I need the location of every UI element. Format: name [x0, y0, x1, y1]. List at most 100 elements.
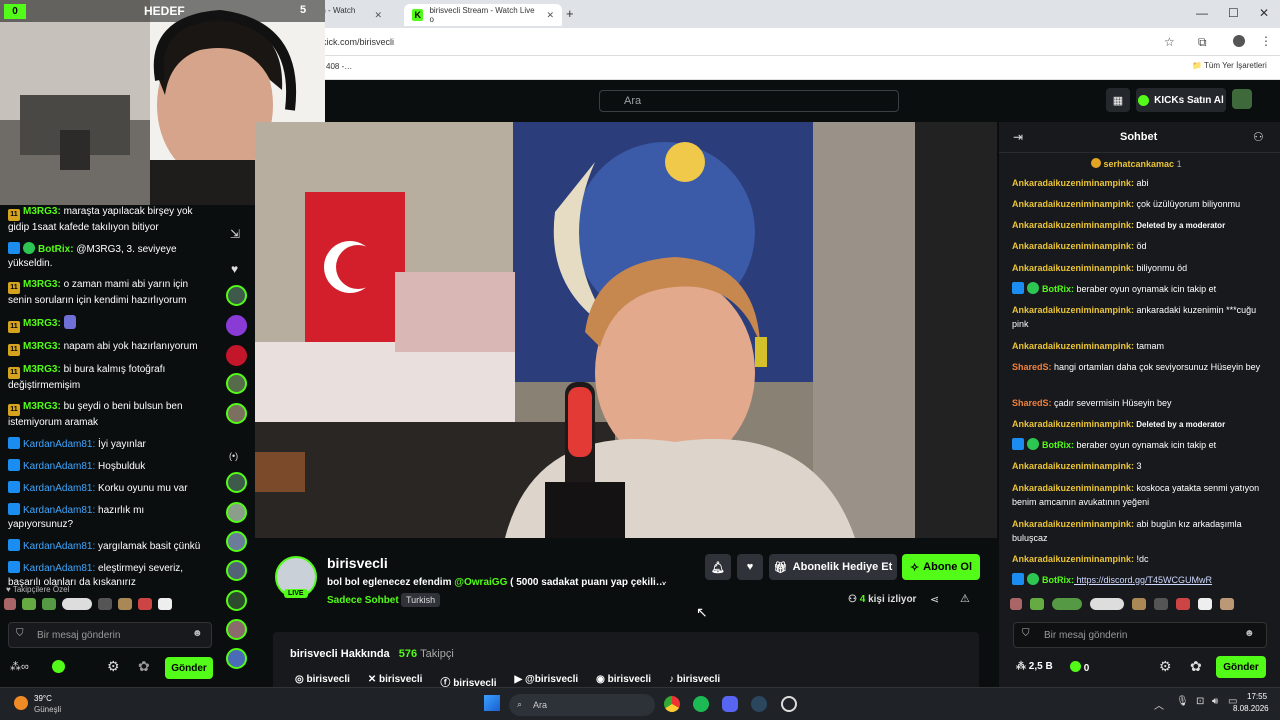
emote-icon[interactable]: [1030, 598, 1044, 610]
emote-icon[interactable]: [22, 598, 36, 610]
clock-time[interactable]: 17:55: [1247, 692, 1267, 701]
emote-icon[interactable]: [1198, 598, 1212, 610]
emote-icon[interactable]: [158, 598, 172, 610]
chat-username[interactable]: Ankaradaikuzeniminampink:: [1012, 178, 1134, 188]
users-icon[interactable]: ⚇: [1253, 130, 1264, 144]
close-window-icon[interactable]: ✕: [1259, 6, 1269, 20]
gift-icon[interactable]: ✿: [138, 658, 150, 675]
emote-icon[interactable]: [62, 598, 92, 610]
pinned-user[interactable]: serhatcankamac: [1104, 159, 1175, 169]
chat-username[interactable]: Ankaradaikuzeniminampink:: [1012, 220, 1134, 230]
emoji-icon[interactable]: ☻: [192, 628, 203, 639]
channel-avatar[interactable]: [226, 403, 247, 424]
all-bookmarks-folder[interactable]: 📁 Tüm Yer İşaretleri: [1192, 61, 1267, 70]
gear-icon[interactable]: ⚙: [107, 658, 120, 675]
collapse-icon[interactable]: ⇲: [230, 227, 240, 241]
chat-username[interactable]: Ankaradaikuzeniminampink:: [1012, 199, 1134, 209]
subscribe-button[interactable]: ✧ Abone Ol: [902, 554, 980, 580]
chat-link[interactable]: https://discord.gg/T45WCGUMwR: [1074, 575, 1213, 585]
chat-username[interactable]: SharedS:: [1012, 398, 1052, 408]
channel-avatar[interactable]: [226, 560, 247, 581]
buy-kicks-button[interactable]: KICKs Satın Al: [1136, 88, 1226, 112]
spotify-icon[interactable]: [693, 696, 709, 712]
chat-username[interactable]: BotRix:: [1042, 284, 1074, 294]
emote-icon[interactable]: [4, 598, 16, 610]
category-link[interactable]: Sadece Sohbet: [327, 595, 399, 606]
emote-icon[interactable]: [1154, 598, 1168, 610]
emote-icon[interactable]: [1010, 598, 1022, 610]
channel-avatar[interactable]: [226, 648, 247, 669]
kick-coin-icon[interactable]: [52, 660, 65, 673]
channel-avatar[interactable]: [226, 345, 247, 366]
report-icon[interactable]: ⚠: [960, 592, 970, 605]
emote-icon[interactable]: [42, 598, 56, 610]
right-chat-input[interactable]: Bir mesaj gönderin: [1013, 622, 1267, 648]
channel-name[interactable]: birisvecli: [327, 555, 388, 571]
user-avatar[interactable]: [1232, 89, 1252, 109]
gift-subscription-button[interactable]: 🎁︎ Abonelik Hediye Et: [769, 554, 897, 580]
gear-icon[interactable]: ⚙: [1159, 658, 1172, 675]
chat-username[interactable]: Ankaradaikuzeniminampink:: [1012, 519, 1134, 529]
emote-icon[interactable]: [1052, 598, 1082, 610]
chat-username[interactable]: BotRix:: [1042, 575, 1074, 585]
channel-avatar[interactable]: [226, 590, 247, 611]
network-icon[interactable]: ⊡: [1196, 696, 1204, 707]
video-player[interactable]: [255, 122, 997, 538]
obs-icon[interactable]: [781, 696, 797, 712]
share-icon[interactable]: ⋖: [930, 593, 939, 606]
emoji-icon[interactable]: ☻: [1244, 628, 1255, 639]
emote-icon[interactable]: [1220, 598, 1234, 610]
emote-icon[interactable]: [98, 598, 112, 610]
heart-icon[interactable]: ♥: [231, 262, 238, 276]
close-tab-icon[interactable]: ✕: [546, 10, 554, 21]
windows-start-icon[interactable]: [484, 695, 500, 711]
chat-username[interactable]: SharedS:: [1012, 362, 1052, 372]
chat-username[interactable]: Ankaradaikuzeniminampink:: [1012, 341, 1134, 351]
right-send-button[interactable]: Gönder: [1216, 656, 1266, 678]
channel-avatar[interactable]: [226, 373, 247, 394]
chat-username[interactable]: BotRix:: [1042, 440, 1074, 450]
chat-username[interactable]: Ankaradaikuzeniminampink:: [1012, 461, 1134, 471]
weather-temp[interactable]: 39°C: [34, 694, 52, 703]
taskbar-search[interactable]: Ara: [509, 694, 655, 716]
chat-username[interactable]: Ankaradaikuzeniminampink:: [1012, 263, 1134, 273]
search-input[interactable]: Ara: [599, 90, 899, 112]
steam-icon[interactable]: [751, 696, 767, 712]
bookmark-item[interactable]: 408 -…: [326, 62, 352, 71]
left-chat-input[interactable]: Bir mesaj gönderin: [8, 622, 212, 648]
chat-username[interactable]: Ankaradaikuzeniminampink:: [1012, 305, 1134, 315]
minimize-icon[interactable]: —: [1196, 6, 1208, 20]
channel-avatar[interactable]: [226, 285, 247, 306]
volume-icon[interactable]: 🔊︎: [1212, 696, 1218, 707]
chat-username[interactable]: Ankaradaikuzeniminampink:: [1012, 419, 1134, 429]
emote-icon[interactable]: [1132, 598, 1146, 610]
channel-avatar[interactable]: [226, 315, 247, 336]
left-send-button[interactable]: Gönder: [165, 657, 213, 679]
profile-avatar[interactable]: [1233, 35, 1245, 47]
browser-menu-icon[interactable]: ⋮: [1260, 34, 1272, 48]
maximize-icon[interactable]: ☐: [1228, 6, 1239, 20]
emote-icon[interactable]: [118, 598, 132, 610]
follow-button[interactable]: ♥: [737, 554, 763, 580]
collapse-chat-icon[interactable]: ⇥: [1013, 130, 1023, 144]
discord-icon[interactable]: [722, 696, 738, 712]
chat-username[interactable]: Ankaradaikuzeniminampink:: [1012, 483, 1134, 493]
extensions-icon[interactable]: ⧉: [1198, 35, 1207, 50]
library-icon[interactable]: ▦: [1106, 88, 1130, 112]
tab-birisvecli[interactable]: K birisvecli Stream - Watch Live o ✕: [404, 4, 562, 26]
chevron-up-icon[interactable]: ︿: [1154, 697, 1164, 712]
channel-avatar[interactable]: [226, 502, 247, 523]
chat-username[interactable]: Ankaradaikuzeniminampink:: [1012, 241, 1134, 251]
points-icon[interactable]: ⁂∞: [10, 660, 29, 673]
kicks-balance[interactable]: 0: [1070, 661, 1089, 674]
language-tag[interactable]: Turkish: [401, 593, 441, 607]
star-bookmark-icon[interactable]: ☆: [1164, 35, 1175, 49]
notification-bell-button[interactable]: 🔔︎: [705, 554, 731, 580]
microphone-icon[interactable]: 🎙︎: [1176, 696, 1189, 707]
channel-avatar[interactable]: [226, 619, 247, 640]
chat-username[interactable]: Ankaradaikuzeniminampink:: [1012, 554, 1134, 564]
channel-avatar[interactable]: [226, 472, 247, 493]
gift-icon[interactable]: ✿: [1190, 658, 1202, 675]
chrome-icon[interactable]: [664, 696, 680, 712]
new-tab-button[interactable]: +: [566, 6, 574, 21]
